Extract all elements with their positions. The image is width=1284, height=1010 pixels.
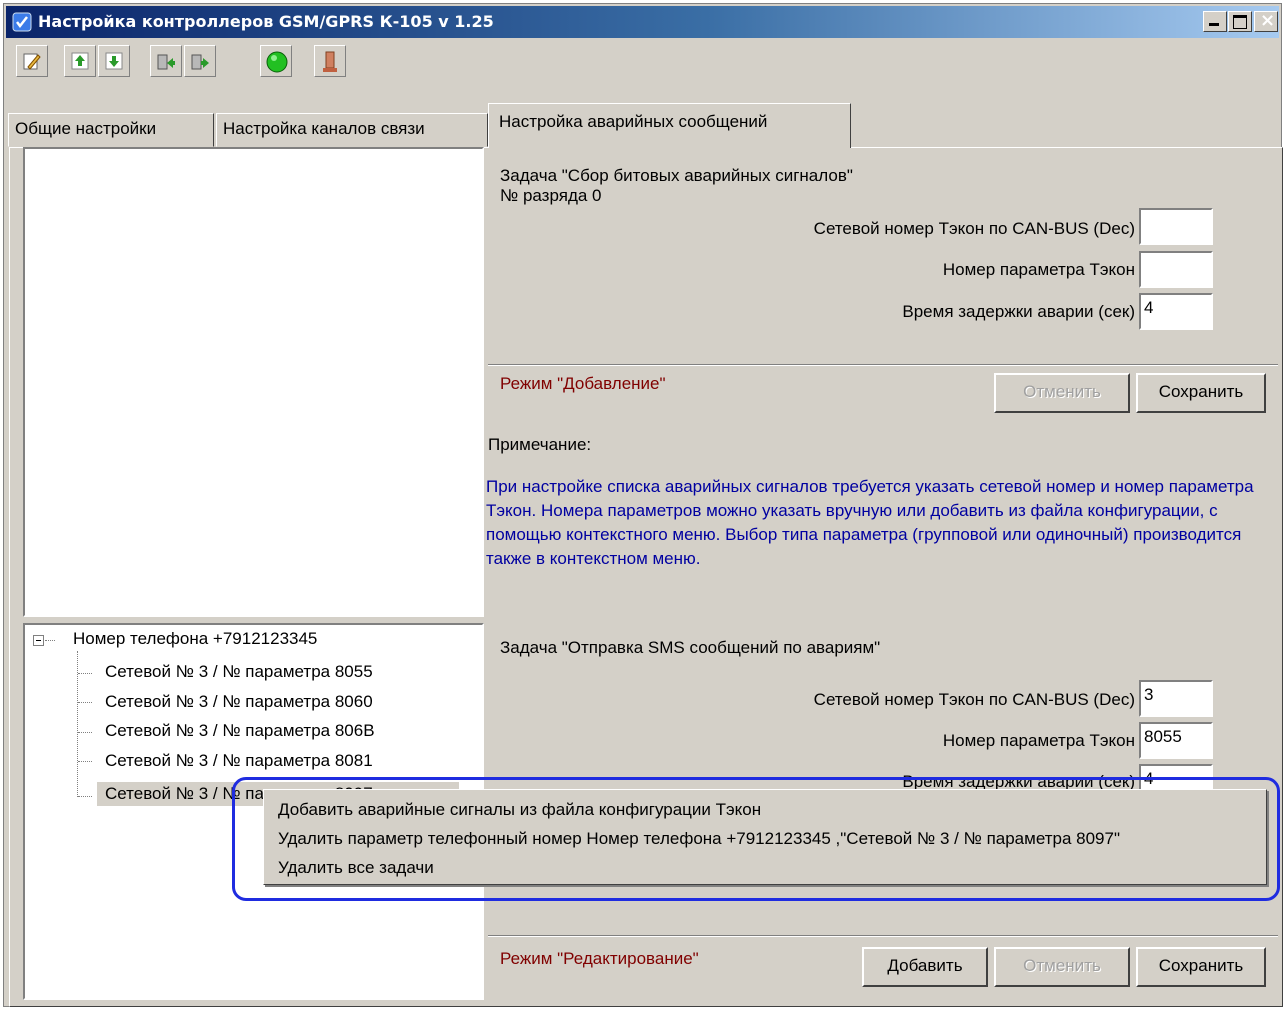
bottom-separator: [488, 935, 1278, 937]
top-delay-label: Время задержки аварии (сек): [902, 302, 1135, 321]
top-mode-label: Режим "Добавление": [500, 374, 666, 393]
close-button[interactable]: ×: [1254, 10, 1278, 32]
disconnect-button[interactable]: [314, 45, 346, 77]
tab-channels[interactable]: Настройка каналов связи: [216, 113, 488, 147]
download-icon: [105, 52, 123, 70]
tab-general[interactable]: Общие настройки: [8, 113, 214, 147]
minimize-icon: [1209, 23, 1219, 26]
top-cancel-button[interactable]: Отменить: [994, 373, 1130, 413]
minimize-button[interactable]: [1203, 11, 1227, 32]
upload-button[interactable]: [64, 45, 96, 77]
top-delay-input[interactable]: 4: [1139, 293, 1213, 330]
note-text: При настройке списка аварийных сигналов …: [486, 477, 1254, 568]
bottom-cancel-button[interactable]: Отменить: [994, 947, 1130, 987]
close-icon: ×: [1260, 10, 1276, 31]
upload-icon: [71, 52, 89, 70]
top-network-input[interactable]: [1139, 208, 1213, 245]
bottom-param-input[interactable]: 8055: [1139, 722, 1213, 759]
tree-line: [78, 732, 92, 733]
top-network-label: Сетевой номер Тэкон по CAN-BUS (Dec): [813, 219, 1135, 238]
top-task-title: Задача "Сбор битовых аварийных сигналов": [500, 166, 853, 185]
title-bar[interactable]: Настройка контроллеров GSM/GPRS К-105 v …: [6, 6, 1279, 38]
top-list-panel[interactable]: [23, 147, 484, 617]
tree-line: [78, 796, 92, 797]
window-title: Настройка контроллеров GSM/GPRS К-105 v …: [38, 12, 494, 31]
bottom-network-label: Сетевой номер Тэкон по CAN-BUS (Dec): [813, 690, 1135, 709]
tab-bar: Общие настройки Настройка каналов связи …: [8, 103, 1284, 148]
tree-root-phone[interactable]: Номер телефона +7912123345: [73, 629, 317, 649]
bottom-param-label: Номер параметра Тэкон: [942, 731, 1135, 750]
top-param-input[interactable]: [1139, 251, 1213, 288]
tab-alarms[interactable]: Настройка аварийных сообщений: [488, 103, 851, 148]
app-icon: [12, 12, 32, 32]
bottom-save-button[interactable]: Сохранить: [1136, 947, 1266, 987]
edit-icon: [23, 53, 41, 70]
maximize-button[interactable]: [1228, 11, 1252, 32]
connect-icon: [266, 51, 288, 73]
tree-line: [78, 702, 92, 703]
top-separator: [488, 364, 1278, 366]
export-button[interactable]: [184, 45, 216, 77]
tree-line: [78, 673, 92, 674]
bottom-task-title: Задача "Отправка SMS сообщений по авария…: [500, 638, 881, 657]
disconnect-icon: [323, 51, 337, 72]
tree-line: [45, 640, 55, 641]
tree-item[interactable]: Сетевой № 3 / № параметра 8055: [105, 662, 373, 682]
toolbar: [8, 40, 608, 86]
tree-item[interactable]: Сетевой № 3 / № параметра 8081: [105, 751, 373, 771]
collapse-icon[interactable]: [33, 635, 44, 646]
import-icon: [157, 54, 175, 70]
tree-item[interactable]: Сетевой № 3 / № параметра 806B: [105, 721, 375, 741]
tree-item[interactable]: Сетевой № 3 / № параметра 8060: [105, 692, 373, 712]
top-task-bit: № разряда 0: [500, 186, 602, 205]
top-save-button[interactable]: Сохранить: [1136, 373, 1266, 413]
tree-line: [78, 761, 92, 762]
maximize-icon: [1233, 15, 1247, 29]
edit-button[interactable]: [16, 45, 48, 77]
add-button[interactable]: Добавить: [862, 947, 988, 987]
note-title: Примечание:: [488, 435, 592, 454]
export-icon: [191, 54, 209, 70]
import-button[interactable]: [150, 45, 182, 77]
connect-button[interactable]: [260, 45, 292, 77]
bottom-mode-label: Режим "Редактирование": [500, 949, 699, 968]
bottom-network-input[interactable]: 3: [1139, 680, 1213, 717]
highlight-outline: [232, 777, 1280, 901]
download-button[interactable]: [98, 45, 130, 77]
top-param-label: Номер параметра Тэкон: [942, 260, 1135, 279]
